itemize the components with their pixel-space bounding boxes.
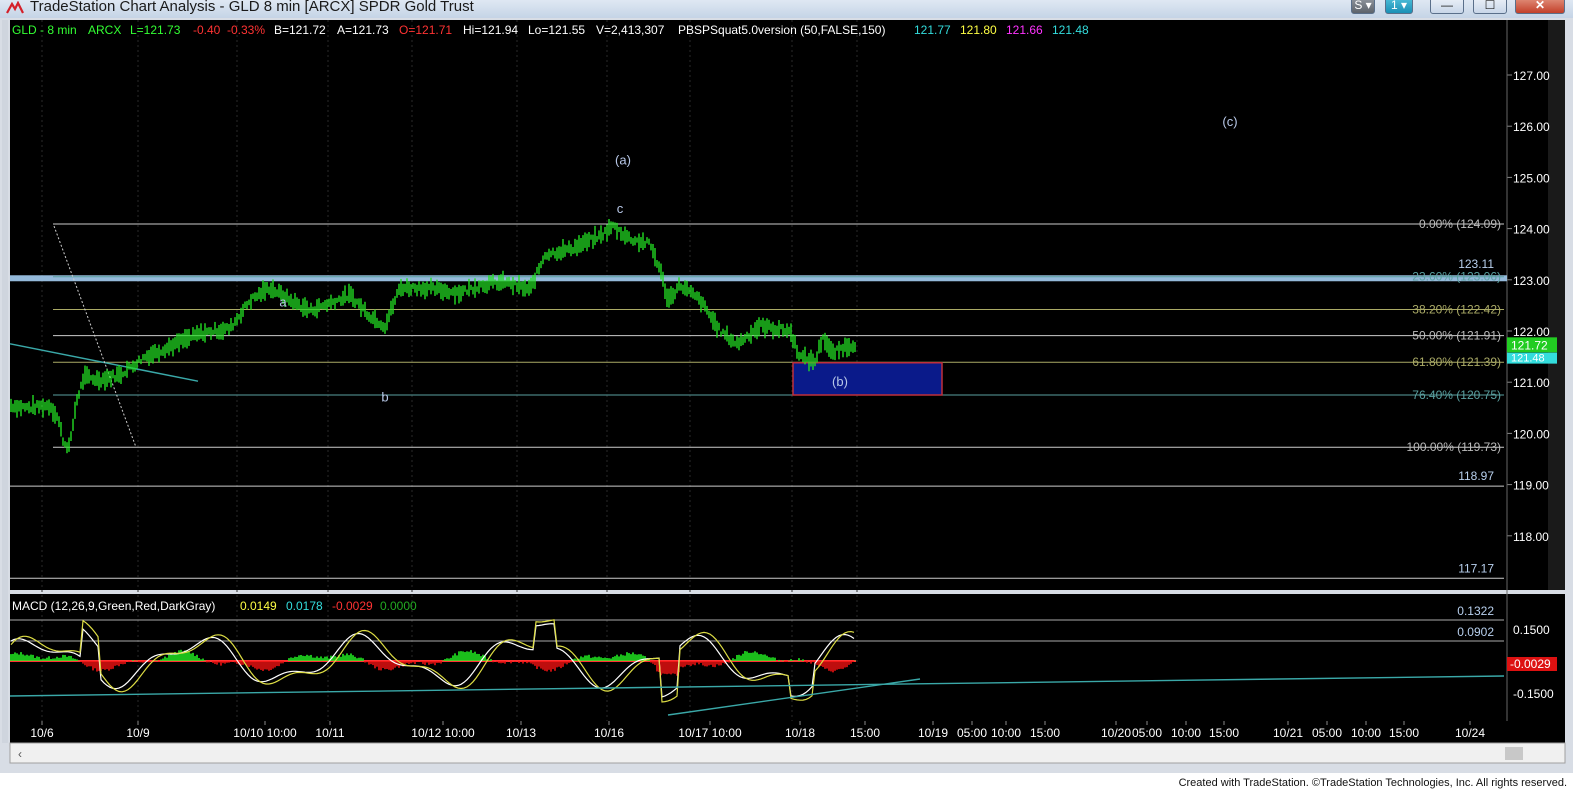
macd-label: MACD (12,26,9,Green,Red,DarkGray) xyxy=(12,599,216,613)
macd-last-value: -0.0029 xyxy=(1510,657,1551,671)
tradestation-logo-icon xyxy=(6,1,24,14)
time-axis-label: 10/24 xyxy=(1455,726,1485,740)
price-axis-label: 127.00 xyxy=(1513,69,1550,83)
last-price-value: 121.72 xyxy=(1511,338,1548,352)
macd-avg-value: 0.0178 xyxy=(286,599,323,613)
low-label: Lo=121.55 xyxy=(528,23,586,37)
wave-label-b: (b) xyxy=(832,374,848,389)
fib-level-label: 76.40% (120.75) xyxy=(1412,388,1501,402)
scroll-left-icon: ‹ xyxy=(18,747,22,761)
macd-axis-label: 0.1500 xyxy=(1513,623,1550,637)
time-axis-label: 15:00 xyxy=(850,726,880,740)
wave-label-a: a xyxy=(279,294,287,309)
window-title: TradeStation Chart Analysis - GLD 8 min … xyxy=(30,0,474,15)
time-axis-label: 10/12 10:00 xyxy=(411,726,475,740)
left-frame xyxy=(2,20,8,743)
macd-axis-label: -0.1500 xyxy=(1513,687,1554,701)
price-axis-label: 121.00 xyxy=(1513,376,1550,390)
price-axis-label: 118.00 xyxy=(1513,530,1549,544)
target-zone-box xyxy=(792,361,943,396)
horizontal-level-label: 118.97 xyxy=(1458,469,1494,483)
support-band xyxy=(10,275,1507,282)
fib-level-label: 50.00% (121.91) xyxy=(1412,329,1501,343)
close-button[interactable]: ✕ xyxy=(1515,0,1565,14)
wave-label-a: (a) xyxy=(615,153,631,168)
last-price-label: L=121.73 xyxy=(130,23,181,37)
indicator-label: PBSPSquat5.0version (50,FALSE,150) xyxy=(678,23,886,37)
price-axis-label: 124.00 xyxy=(1513,223,1550,237)
wave-label-c: c xyxy=(617,201,624,216)
price-axis-label: 123.00 xyxy=(1513,274,1550,288)
time-axis-label: 10/16 xyxy=(594,726,624,740)
fib-level-label: 38.20% (122.42) xyxy=(1412,302,1501,316)
indicator-value-3: 121.66 xyxy=(1006,23,1043,37)
time-axis-label: 10/13 xyxy=(506,726,536,740)
price-axis-label: 126.00 xyxy=(1513,120,1550,134)
price-axis-label: 119.00 xyxy=(1513,479,1549,493)
price-axis-label: 125.00 xyxy=(1513,171,1550,185)
macd-partial-label: 0.1322 xyxy=(1457,604,1494,618)
horizontal-scrollbar xyxy=(9,742,1566,764)
time-axis-label: 10/19 xyxy=(918,726,948,740)
time-axis-label: 10/20 xyxy=(1101,726,1131,740)
time-axis-label: 10/9 xyxy=(126,726,150,740)
fib-level-label: 0.00% (124.09) xyxy=(1419,217,1501,231)
symbol-label: GLD - 8 min xyxy=(12,23,77,37)
exchange-label: ARCX xyxy=(88,23,122,37)
maximize-button[interactable]: ☐ xyxy=(1473,0,1507,14)
macd-diff-value: -0.0029 xyxy=(332,599,373,613)
time-axis-label: 10/21 xyxy=(1273,726,1303,740)
scrollbar-thumb xyxy=(1505,747,1523,760)
time-axis-label: 10/18 xyxy=(785,726,815,740)
price-pane xyxy=(10,20,1507,590)
macd-zero-value: 0.0000 xyxy=(380,599,417,613)
time-axis-label: 10:00 xyxy=(1351,726,1381,740)
indicator-value-4: 121.48 xyxy=(1052,23,1089,37)
link-one-dropdown-button[interactable]: 1 ▾ xyxy=(1385,0,1413,14)
indicator-value-2: 121.80 xyxy=(960,23,997,37)
time-axis-label: 15:00 xyxy=(1030,726,1060,740)
s-dropdown-button[interactable]: S ▾ xyxy=(1351,0,1375,14)
vertical-scrollbar xyxy=(1548,20,1565,590)
macd-level-label: 0.0902 xyxy=(1457,625,1494,639)
pct-change-label: -0.33% xyxy=(227,23,266,37)
time-axis-label: 05:00 xyxy=(1132,726,1162,740)
wave-label-c: (c) xyxy=(1222,114,1237,129)
indicator-price-value: 121.48 xyxy=(1511,353,1545,365)
ask-label: A=121.73 xyxy=(337,23,389,37)
indicator-value-1: 121.77 xyxy=(914,23,951,37)
volume-label: V=2,413,307 xyxy=(596,23,665,37)
time-axis-label: 10/11 xyxy=(315,726,344,740)
chart-window: ‹ 127.00 126.00 125.00 124.00 123.00 122.00 121… xyxy=(0,18,1573,773)
macd-value: 0.0149 xyxy=(240,599,277,613)
net-change-label: -0.40 xyxy=(193,23,221,37)
horizontal-level-label: 123.11 xyxy=(1458,257,1494,271)
time-axis-label: 15:00 xyxy=(1209,726,1239,740)
time-axis-label: 10/10 10:00 xyxy=(233,726,297,740)
high-label: Hi=121.94 xyxy=(463,23,519,37)
minimize-button[interactable]: — xyxy=(1430,0,1464,14)
chart-canvas[interactable]: ‹127.00126.00125.00124.00123.00122.00121… xyxy=(0,18,1573,773)
time-axis-label: 05:00 xyxy=(1312,726,1342,740)
open-label: O=121.71 xyxy=(399,23,453,37)
time-axis-label: 10:00 xyxy=(1171,726,1201,740)
wave-label-b: b xyxy=(381,390,388,405)
time-axis-label: 10:00 xyxy=(991,726,1021,740)
fib-level-label: 100.00% (119.73) xyxy=(1406,440,1501,454)
copyright-footer: Created with TradeStation. ©TradeStation… xyxy=(1178,777,1567,789)
time-axis-label: 10/17 10:00 xyxy=(678,726,742,740)
time-axis-label: 05:00 xyxy=(957,726,987,740)
time-axis-label: 10/6 xyxy=(30,726,54,740)
fib-level-label: 61.80% (121.39) xyxy=(1412,355,1501,369)
bid-label: B=121.72 xyxy=(274,23,326,37)
window-title-bar: TradeStation Chart Analysis - GLD 8 min … xyxy=(0,0,1573,19)
price-axis-label: 120.00 xyxy=(1513,427,1550,441)
price-axis-label: 122.00 xyxy=(1513,325,1550,339)
fib-level-label: 23.60% (123.06) xyxy=(1412,270,1501,284)
time-axis-label: 15:00 xyxy=(1389,726,1419,740)
horizontal-level-label: 117.17 xyxy=(1458,561,1494,575)
